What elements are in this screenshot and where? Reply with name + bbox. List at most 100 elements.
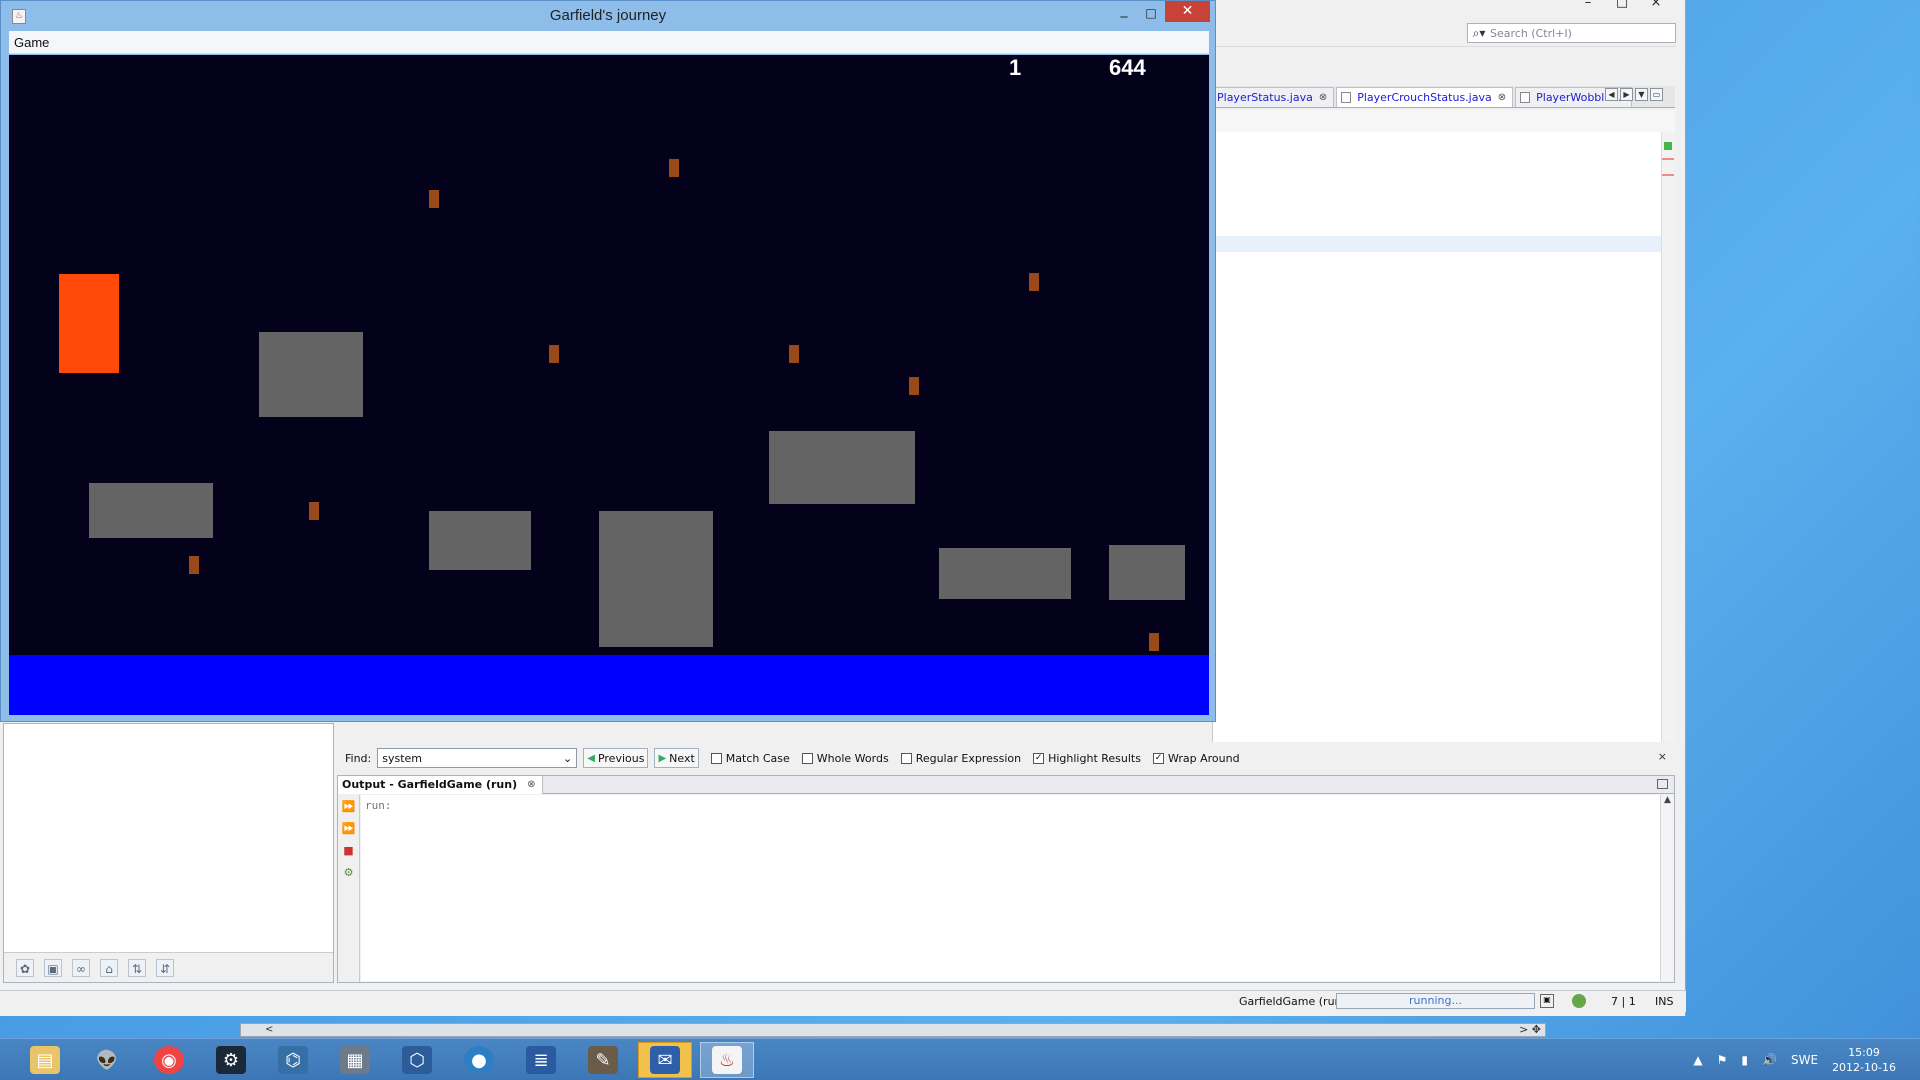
close-icon[interactable]: ⊗ [1498, 92, 1506, 103]
output-scrollbar[interactable]: ▲ [1660, 795, 1674, 981]
maximize-button[interactable]: □ [1137, 3, 1165, 23]
scroll-left-icon[interactable]: ◀ [1605, 88, 1618, 101]
checkbox-label: Match Case [725, 751, 790, 765]
game-window-titlebar[interactable]: ♨ Garfield's journey _ □ ✕ [1, 1, 1215, 30]
network-icon[interactable]: ▮ [1741, 1053, 1748, 1067]
next-button[interactable]: ▶ Next [654, 748, 699, 768]
scroll-left-icon[interactable]: < [265, 1024, 273, 1035]
checkbox-label: Regular Expression [915, 751, 1022, 765]
flag-icon[interactable]: ⚑ [1717, 1053, 1728, 1067]
whole-words-checkbox[interactable]: Whole Words [801, 752, 889, 765]
filter-icon[interactable]: ⇵ [156, 958, 174, 977]
language-indicator[interactable]: SWE [1791, 1053, 1818, 1067]
previous-button[interactable]: ◀ Previous [583, 748, 649, 768]
taskbar-messenger[interactable]: ✉ [638, 1042, 692, 1078]
settings-icon[interactable]: ⚙ [341, 865, 357, 881]
python-icon: ⌬ [278, 1046, 308, 1074]
checkbox-box[interactable] [900, 752, 912, 764]
file-explorer-icon: ▤ [30, 1046, 60, 1074]
system-tray: ▲ ⚑ ▮ 🔊 SWE 15:09 2012-10-16 [1693, 1039, 1920, 1080]
lock-icon[interactable]: ⌂ [100, 958, 118, 977]
find-input[interactable]: system ⌄ [377, 748, 578, 768]
checkbox-box[interactable] [801, 752, 813, 764]
close-icon[interactable]: × [1658, 750, 1667, 763]
palette-icon[interactable]: ✿ [16, 958, 34, 977]
ide-search-box[interactable]: ⌕▾ Search (Ctrl+I) [1467, 23, 1676, 43]
platform [259, 332, 363, 417]
sort-icon[interactable]: ⇅ [128, 958, 146, 977]
taskbar-java[interactable]: ♨ [700, 1042, 754, 1078]
rerun-options-icon[interactable]: ⏩ [341, 821, 357, 837]
highlight-results-checkbox[interactable]: ✓ Highlight Results [1033, 752, 1141, 765]
checkbox-box[interactable]: ✓ [1033, 752, 1045, 764]
error-marker[interactable] [1662, 174, 1674, 176]
alien-icon: 👽 [95, 1049, 119, 1071]
ide-minimize-button[interactable]: – [1571, 0, 1605, 12]
taskbar-file-explorer[interactable]: ▤ [18, 1042, 72, 1078]
close-button[interactable]: ✕ [1165, 1, 1210, 22]
close-icon[interactable]: ⊗ [1319, 92, 1327, 103]
rerun-icon[interactable]: ⏩ [341, 799, 357, 815]
platform [1109, 545, 1185, 600]
clock[interactable]: 15:09 2012-10-16 [1832, 1045, 1896, 1075]
coin [189, 556, 199, 574]
notifications-icon[interactable] [1572, 994, 1586, 1008]
java-file-icon [1341, 92, 1352, 103]
scroll-right-icon[interactable]: > ✥ [1519, 1023, 1541, 1036]
close-icon[interactable]: ⊗ [527, 779, 535, 790]
match-case-checkbox[interactable]: Match Case [710, 751, 790, 765]
cancel-process-icon[interactable]: ▣ [1540, 994, 1554, 1008]
tab-list-icon[interactable]: ▼ [1635, 88, 1648, 101]
checkbox-label: Wrap Around [1167, 751, 1240, 765]
output-panel: Output - GarfieldGame (run) ⊗ ⏩ ⏩ ■ ⚙ ru… [337, 775, 1675, 983]
menu-game[interactable]: Game [14, 35, 49, 50]
ide-status-bar: GarfieldGame (run) running... ▣ 7 | 1 IN… [0, 990, 1686, 1012]
coin [669, 159, 679, 177]
horizontal-scrollbar[interactable]: < > ✥ [240, 1023, 1546, 1037]
game-canvas[interactable]: 1 644 [9, 55, 1209, 655]
menu-bar: Game [9, 31, 1209, 54]
checkbox-box[interactable] [710, 752, 722, 764]
code-area[interactable] [1213, 132, 1661, 742]
stop-icon[interactable]: ■ [341, 843, 357, 859]
project-toolbar: ✿ ▣ ∞ ⌂ ⇅ ⇵ [4, 952, 333, 982]
tab-navigation: ◀ ▶ ▼ ▭ [1605, 88, 1663, 101]
platform [939, 548, 1071, 599]
editor-tab[interactable]: PlayerCrouchStatus.java ⊗ [1336, 87, 1514, 107]
editor-tab[interactable]: PlayerStatus.java ⊗ [1212, 87, 1335, 107]
taskbar-chrome[interactable]: ◉ [142, 1042, 196, 1078]
maximize-editor-icon[interactable]: ▭ [1650, 88, 1663, 101]
clock-date: 2012-10-16 [1832, 1061, 1896, 1074]
taskbar-bag[interactable]: ▦ [328, 1042, 382, 1078]
output-console[interactable]: run: [361, 795, 1660, 981]
taskbar-steam[interactable]: ⚙ [204, 1042, 258, 1078]
taskbar-disk[interactable]: ● [452, 1042, 506, 1078]
error-marker[interactable] [1662, 158, 1674, 160]
taskbar-python[interactable]: ⌬ [266, 1042, 320, 1078]
chevron-up-icon[interactable]: ▲ [1693, 1053, 1702, 1067]
ide-toolbar [1215, 46, 1676, 74]
regular-expression-checkbox[interactable]: Regular Expression [900, 751, 1022, 765]
output-tab[interactable]: Output - GarfieldGame (run) ⊗ [338, 775, 543, 794]
window-icon[interactable]: ▣ [44, 958, 62, 977]
chevron-down-icon[interactable]: ⌄ [563, 752, 572, 765]
taskbar-alien[interactable]: 👽 [80, 1042, 134, 1078]
checkbox-box[interactable]: ✓ [1152, 752, 1164, 764]
find-input-value: system [382, 751, 423, 765]
ide-close-button[interactable]: × [1639, 0, 1673, 12]
taskbar-gimp[interactable]: ✎ [576, 1042, 630, 1078]
taskbar-virtualbox[interactable]: ⬡ [390, 1042, 444, 1078]
taskbar-document[interactable]: ≣ [514, 1042, 568, 1078]
running-process: GarfieldGame (run) [1239, 995, 1346, 1008]
previous-label: Previous [597, 751, 645, 765]
binoculars-icon[interactable]: ∞ [72, 958, 90, 977]
code-editor[interactable] [1212, 110, 1675, 742]
wrap-around-checkbox[interactable]: ✓ Wrap Around [1152, 751, 1240, 765]
minimize-button[interactable]: _ [1111, 3, 1137, 23]
scroll-right-icon[interactable]: ▶ [1620, 88, 1633, 101]
volume-icon[interactable]: 🔊 [1762, 1053, 1777, 1067]
progress-bar[interactable]: running... [1336, 993, 1535, 1009]
ide-maximize-button[interactable]: □ [1605, 0, 1639, 12]
minimize-icon[interactable] [1657, 779, 1668, 789]
current-line-highlight [1213, 236, 1661, 252]
